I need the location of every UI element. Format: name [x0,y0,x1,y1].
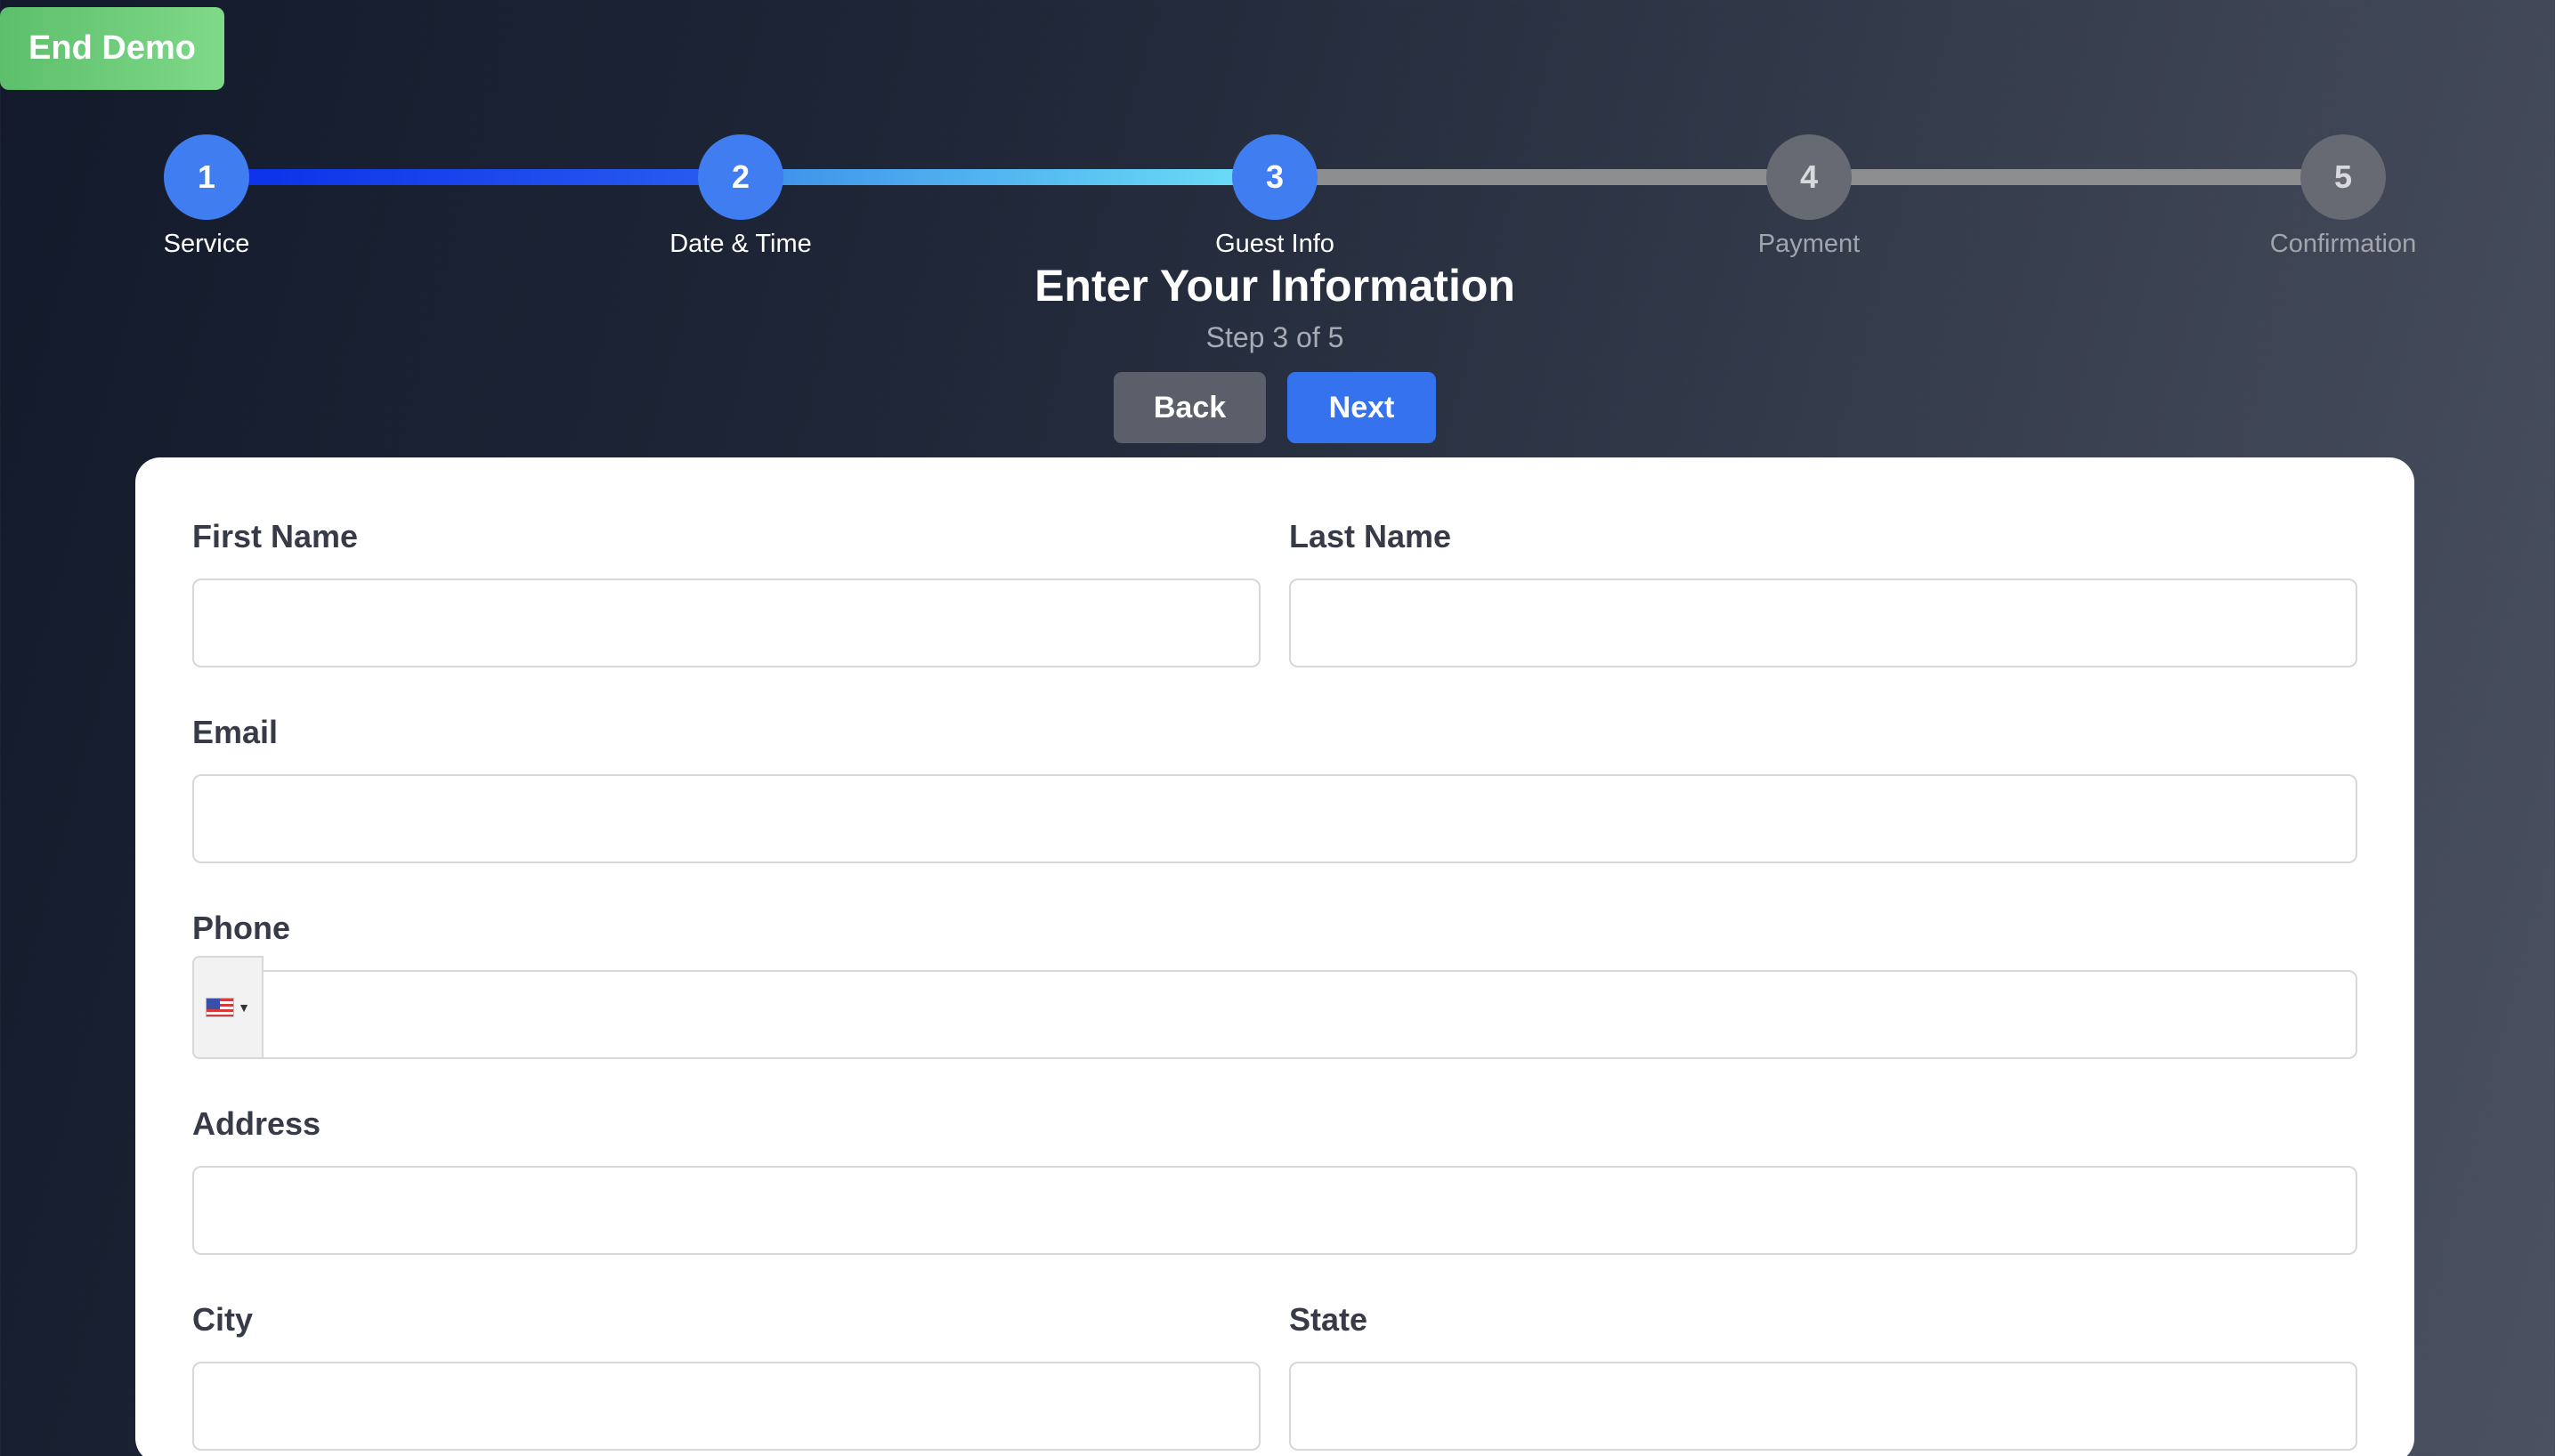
last-name-input[interactable] [1289,578,2357,667]
email-label: Email [192,714,279,750]
city-label: City [192,1301,254,1338]
step-5-circle: 5 [2300,134,2386,220]
step-2-circle[interactable]: 2 [698,134,783,220]
phone-country-selector[interactable]: ▼ [192,956,264,1059]
stepper-connector-1 [206,169,740,185]
state-input[interactable] [1289,1362,2357,1451]
page-title: Enter Your Information [1034,261,1515,311]
step-2-label: Date & Time [669,230,812,258]
caret-down-icon: ▼ [238,1000,250,1015]
state-label: State [1289,1301,1368,1338]
last-name-label: Last Name [1289,518,1452,554]
step-4-circle: 4 [1766,134,1852,220]
back-button[interactable]: Back [1114,372,1266,443]
address-input[interactable] [192,1166,2357,1255]
city-input[interactable] [192,1362,1261,1451]
first-name-input[interactable] [192,578,1261,667]
step-1-circle[interactable]: 1 [164,134,249,220]
step-3-circle[interactable]: 3 [1232,134,1318,220]
email-input[interactable] [192,774,2357,863]
step-5-label: Confirmation [2269,230,2417,258]
first-name-label: First Name [192,518,359,554]
address-label: Address [192,1105,321,1142]
step-1-label: Service [163,230,250,258]
us-flag-icon [206,998,235,1017]
stepper-connector-2 [740,169,1274,185]
step-3-label: Guest Info [1215,230,1334,258]
stepper-connector-4 [1808,169,2342,185]
phone-input[interactable] [262,970,2357,1059]
next-button[interactable]: Next [1287,372,1436,443]
guest-info-form: First Name Last Name Email Phone ▼ Addre… [135,457,2414,1456]
stepper-connector-3 [1274,169,1808,185]
progress-stepper: 1 2 3 4 5 Service Date & Time Guest Info… [0,0,2555,267]
phone-label: Phone [192,910,291,946]
step-4-label: Payment [1757,230,1861,258]
step-indicator: Step 3 of 5 [1205,321,1344,353]
